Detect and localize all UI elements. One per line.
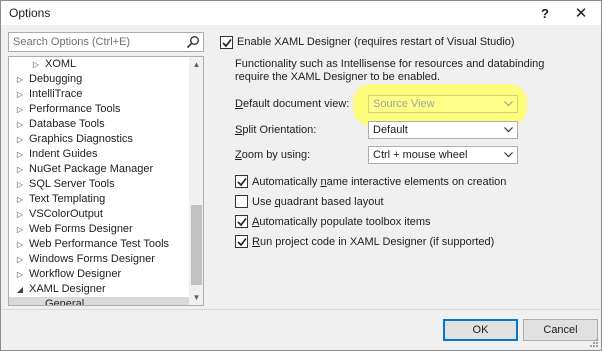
close-button[interactable]: ✕	[565, 1, 597, 25]
selected-value: Source View	[373, 98, 435, 110]
tree-item-label: Windows Forms Designer	[29, 253, 155, 265]
zoom-by-using-select[interactable]: Ctrl + mouse wheel	[368, 146, 518, 164]
ok-button[interactable]: OK	[443, 319, 518, 341]
expand-arrow-icon[interactable]: ▷	[15, 87, 25, 102]
tree-scrollbar[interactable]: ▲ ▼	[189, 57, 203, 305]
title-bar: Options ? ✕	[1, 1, 601, 25]
tree-item-intellitrace[interactable]: ▷ IntelliTrace	[9, 87, 189, 102]
options-dialog: Options ? ✕ ▷ XOML ▷ Debugging ▷ Intelli…	[0, 0, 602, 351]
enable-xaml-designer-checkbox[interactable]	[220, 36, 233, 49]
tree-item-label: General	[45, 298, 85, 306]
resize-grip-icon[interactable]	[589, 338, 599, 348]
split-orientation-select[interactable]: Default	[368, 121, 518, 139]
scroll-up-icon[interactable]: ▲	[189, 57, 203, 72]
run-project-code-label[interactable]: Run project code in XAML Designer (if su…	[252, 236, 494, 248]
collapse-arrow-icon[interactable]: ◢	[15, 282, 25, 297]
expand-arrow-icon[interactable]: ▷	[15, 72, 25, 87]
chevron-down-icon[interactable]	[501, 96, 515, 112]
tree-item-debugging[interactable]: ▷ Debugging	[9, 72, 189, 87]
expand-arrow-icon[interactable]: ▷	[15, 132, 25, 147]
description-text: Functionality such as Intellisense for r…	[235, 58, 545, 83]
expand-arrow-icon[interactable]: ▷	[15, 237, 25, 252]
auto-name-elements-checkbox[interactable]	[235, 175, 248, 188]
expand-arrow-icon[interactable]: ▷	[15, 102, 25, 117]
chevron-down-icon[interactable]	[501, 147, 515, 163]
enable-xaml-designer-label[interactable]: Enable XAML Designer (requires restart o…	[237, 36, 515, 48]
search-input[interactable]	[9, 33, 185, 51]
tree-item-windows-forms-designer[interactable]: ▷ Windows Forms Designer	[9, 252, 189, 267]
expand-arrow-icon[interactable]: ▷	[15, 162, 25, 177]
quadrant-layout-checkbox[interactable]	[235, 195, 248, 208]
tree-item-label: Web Forms Designer	[29, 223, 133, 235]
default-document-view-select[interactable]: Source View	[368, 95, 518, 113]
tree-item-label: NuGet Package Manager	[29, 163, 154, 175]
tree-item-indent-guides[interactable]: ▷ Indent Guides	[9, 147, 189, 162]
help-button[interactable]: ?	[529, 1, 561, 25]
checkmark-icon	[237, 238, 247, 247]
auto-name-elements-label[interactable]: Automatically name interactive elements …	[252, 176, 506, 188]
selected-value: Ctrl + mouse wheel	[373, 149, 468, 161]
expand-arrow-icon[interactable]: ▷	[15, 177, 25, 192]
scroll-down-icon[interactable]: ▼	[189, 290, 203, 305]
tree-item-label: Performance Tools	[29, 103, 121, 115]
tree-item-label: Indent Guides	[29, 148, 98, 160]
expand-arrow-icon[interactable]: ▷	[15, 252, 25, 267]
expand-arrow-icon[interactable]: ▷	[15, 117, 25, 132]
tree-item-web-performance-test-tools[interactable]: ▷ Web Performance Test Tools	[9, 237, 189, 252]
search-icon[interactable]	[186, 35, 200, 49]
tree-item-performance-tools[interactable]: ▷ Performance Tools	[9, 102, 189, 117]
checkmark-icon	[237, 218, 247, 227]
split-orientation-label: Split Orientation:	[235, 124, 317, 136]
tree-item-xoml[interactable]: ▷ XOML	[9, 57, 189, 72]
tree-item-workflow-designer[interactable]: ▷ Workflow Designer	[9, 267, 189, 282]
expand-arrow-icon[interactable]: ▷	[15, 222, 25, 237]
tree-item-label: Workflow Designer	[29, 268, 122, 280]
tree-item-sql-server-tools[interactable]: ▷ SQL Server Tools	[9, 177, 189, 192]
tree-item-label: Web Performance Test Tools	[29, 238, 170, 250]
tree-item-database-tools[interactable]: ▷ Database Tools	[9, 117, 189, 132]
run-project-code-checkbox[interactable]	[235, 235, 248, 248]
expand-arrow-icon[interactable]: ▷	[31, 57, 41, 72]
options-tree[interactable]: ▷ XOML ▷ Debugging ▷ IntelliTrace ▷ Perf…	[8, 56, 204, 306]
expand-arrow-icon[interactable]: ▷	[15, 267, 25, 282]
tree-item-label: XOML	[45, 58, 77, 70]
tree-item-label: Database Tools	[29, 118, 105, 130]
default-document-view-label: Default document view:	[235, 98, 350, 110]
footer-divider	[2, 309, 600, 310]
expand-arrow-icon[interactable]: ▷	[15, 147, 25, 162]
tree-item-vscoloroutput[interactable]: ▷ VSColorOutput	[9, 207, 189, 222]
chevron-down-icon[interactable]	[501, 122, 515, 138]
tree-item-xaml-designer[interactable]: ◢ XAML Designer	[9, 282, 189, 297]
tree-item-label: Graphics Diagnostics	[29, 133, 133, 145]
expand-arrow-icon[interactable]: ▷	[15, 192, 25, 207]
expand-arrow-icon[interactable]: ▷	[15, 207, 25, 222]
scroll-thumb[interactable]	[191, 205, 202, 285]
cancel-button[interactable]: Cancel	[523, 319, 598, 341]
quadrant-layout-label[interactable]: Use quadrant based layout	[252, 196, 384, 208]
populate-toolbox-label[interactable]: Automatically populate toolbox items	[252, 216, 431, 228]
window-title: Options	[9, 6, 51, 20]
tree-item-label: Text Templating	[29, 193, 106, 205]
tree-item-text-templating[interactable]: ▷ Text Templating	[9, 192, 189, 207]
search-box[interactable]	[8, 32, 204, 52]
tree-item-label: VSColorOutput	[29, 208, 103, 220]
tree-item-general[interactable]: General	[9, 297, 189, 306]
checkmark-icon	[222, 39, 232, 48]
tree-item-label: XAML Designer	[29, 283, 106, 295]
checkmark-icon	[237, 178, 247, 187]
tree-item-web-forms-designer[interactable]: ▷ Web Forms Designer	[9, 222, 189, 237]
zoom-by-using-label: Zoom by using:	[235, 149, 311, 161]
tree-item-label: Debugging	[29, 73, 83, 85]
tree-item-label: SQL Server Tools	[29, 178, 115, 190]
tree-item-graphics-diagnostics[interactable]: ▷ Graphics Diagnostics	[9, 132, 189, 147]
populate-toolbox-checkbox[interactable]	[235, 215, 248, 228]
tree-item-label: IntelliTrace	[29, 88, 83, 100]
selected-value: Default	[373, 124, 408, 136]
tree-item-nuget-package-manager[interactable]: ▷ NuGet Package Manager	[9, 162, 189, 177]
